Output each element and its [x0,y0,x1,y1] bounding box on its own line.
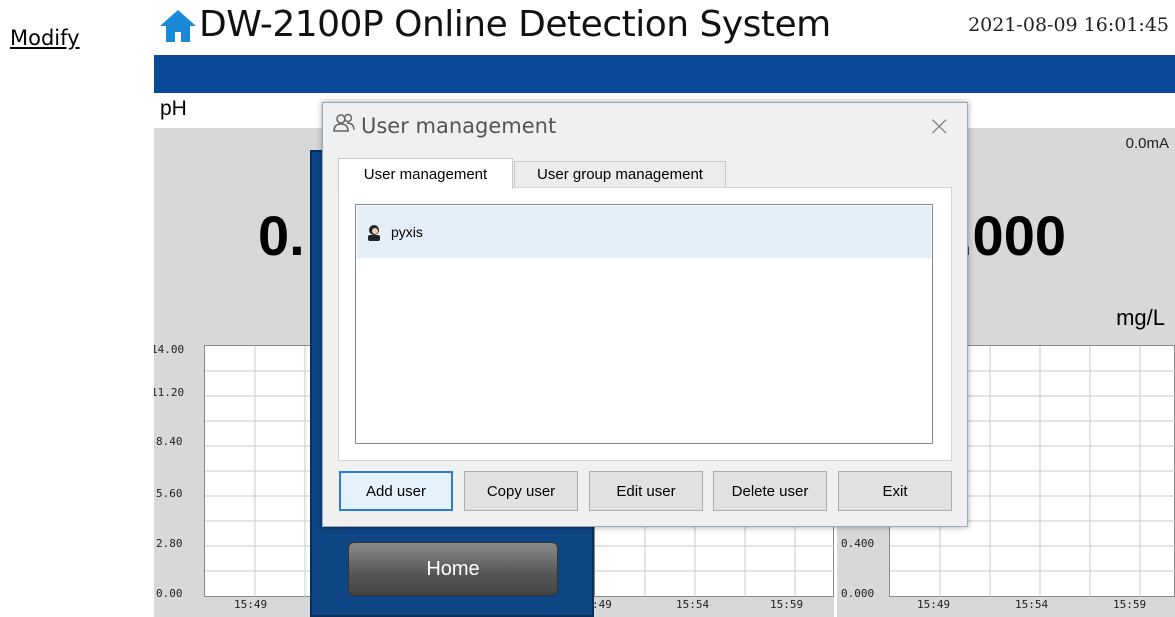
list-item[interactable]: pyxis [357,206,931,258]
ph-ytick: 0.00 [156,587,183,600]
ecl-unit: mg/L [1116,305,1165,330]
dialog-title: User management [361,114,557,138]
turbidity-xtick: 15:54 [676,598,710,611]
ecl-current: 0.0mA [1125,135,1169,152]
add-user-button[interactable]: Add user [339,471,453,511]
copy-user-button[interactable]: Copy user [464,471,578,511]
ph-label: pH [160,97,187,120]
ph-ytick: 5.60 [156,487,183,500]
ecl-xtick: 15:54 [1015,598,1049,611]
tab-user-management[interactable]: User management [338,158,513,189]
user-name: pyxis [391,224,423,240]
ph-xtick: 15:49 [234,598,268,611]
user-list[interactable]: pyxis [355,204,933,444]
ph-value: 0. [258,204,305,267]
ecl-ytick: 0.000 [841,587,875,600]
tab-user-group-management[interactable]: User group management [514,161,726,188]
turbidity-xtick: :49 [592,598,612,611]
close-icon[interactable]: × [928,109,951,142]
edit-user-button[interactable]: Edit user [589,471,703,511]
page-title: DW-2100P Online Detection System [199,4,831,45]
ecl-value: .000 [957,204,1066,267]
ph-ytick: 8.40 [156,435,183,448]
modify-annotation: Modify [10,26,80,50]
turbidity-xtick: 15:59 [770,598,804,611]
exit-button[interactable]: Exit [838,471,952,511]
ecl-xtick: 15:49 [917,598,951,611]
ph-ytick: 14.00 [154,343,185,356]
tab-content: pyxis [338,187,952,461]
ecl-xtick: 15:59 [1113,598,1147,611]
user-icon [368,225,380,241]
ecl-ytick: 0.400 [841,537,875,550]
home-logo-icon[interactable] [158,8,198,44]
home-button[interactable]: Home [348,542,558,596]
ph-ytick: 11.20 [154,386,185,399]
delete-user-button[interactable]: Delete user [713,471,827,511]
datetime-display: 2021-08-09 16:01:45 [968,14,1169,36]
user-management-dialog: User management × User management User g… [322,102,968,527]
blue-header-bar [154,55,1175,93]
ph-ytick: 2.80 [156,537,183,550]
users-icon [333,113,355,132]
